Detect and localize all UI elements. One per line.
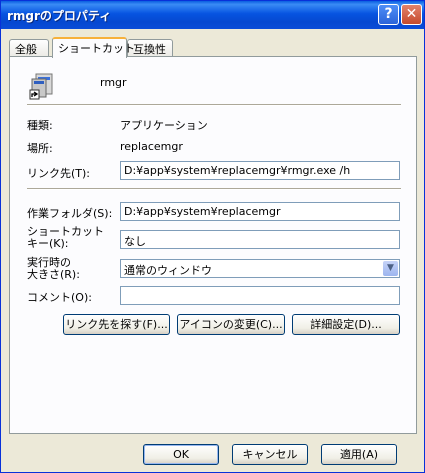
target-input[interactable]: D:¥app¥system¥replacemgr¥rmgr.exe /h xyxy=(120,161,400,180)
hotkey-input[interactable]: なし xyxy=(120,230,400,249)
tab-general[interactable]: 全般 xyxy=(9,39,49,56)
run-label: 実行時の 大きさ(R): xyxy=(27,257,80,281)
run-size-value: 通常のウィンドウ xyxy=(124,264,212,277)
type-label: 種類: xyxy=(27,119,53,132)
help-button[interactable]: ? xyxy=(378,4,399,25)
apply-button[interactable]: 適用(A) xyxy=(321,444,397,465)
close-button[interactable]: ✕ xyxy=(401,4,422,25)
shortcut-panel: rmgr 種類: アプリケーション 場所: replacemgr リンク先(T)… xyxy=(9,56,417,434)
find-target-button[interactable]: リンク先を探す(F)... xyxy=(63,314,170,335)
run-size-select[interactable]: 通常のウィンドウ ▼ xyxy=(120,259,400,278)
properties-dialog: rmgrのプロパティ ? ✕ 全般 ショートカット 互換性 rmgr 種類: ア… xyxy=(0,0,425,473)
run-label-line2: 大きさ(R): xyxy=(27,268,80,281)
comment-input[interactable] xyxy=(120,286,400,305)
workdir-label: 作業フォルダ(S): xyxy=(27,207,113,220)
location-label: 場所: xyxy=(27,142,53,155)
window-title: rmgrのプロパティ xyxy=(7,9,112,23)
comment-label: コメント(O): xyxy=(27,291,92,304)
chevron-down-icon[interactable]: ▼ xyxy=(383,261,398,276)
advanced-settings-button[interactable]: 詳細設定(D)... xyxy=(292,314,400,335)
tab-shortcut[interactable]: ショートカット xyxy=(52,37,135,58)
title-bar[interactable]: rmgrのプロパティ ? ✕ xyxy=(1,1,424,29)
location-value: replacemgr xyxy=(120,140,183,153)
type-value: アプリケーション xyxy=(120,119,208,132)
workdir-input[interactable]: D:¥app¥system¥replacemgr xyxy=(120,202,400,221)
shortcut-name: rmgr xyxy=(100,76,127,89)
separator-top xyxy=(27,104,401,106)
ok-button[interactable]: OK xyxy=(143,444,219,465)
change-icon-button[interactable]: アイコンの変更(C)... xyxy=(177,314,285,335)
hotkey-label: ショートカット キー(K): xyxy=(27,226,104,250)
cancel-button[interactable]: キャンセル xyxy=(232,444,308,465)
hotkey-label-line2: キー(K): xyxy=(27,237,69,250)
separator-middle xyxy=(27,188,401,190)
target-label: リンク先(T): xyxy=(27,167,91,180)
application-icon xyxy=(29,73,53,100)
